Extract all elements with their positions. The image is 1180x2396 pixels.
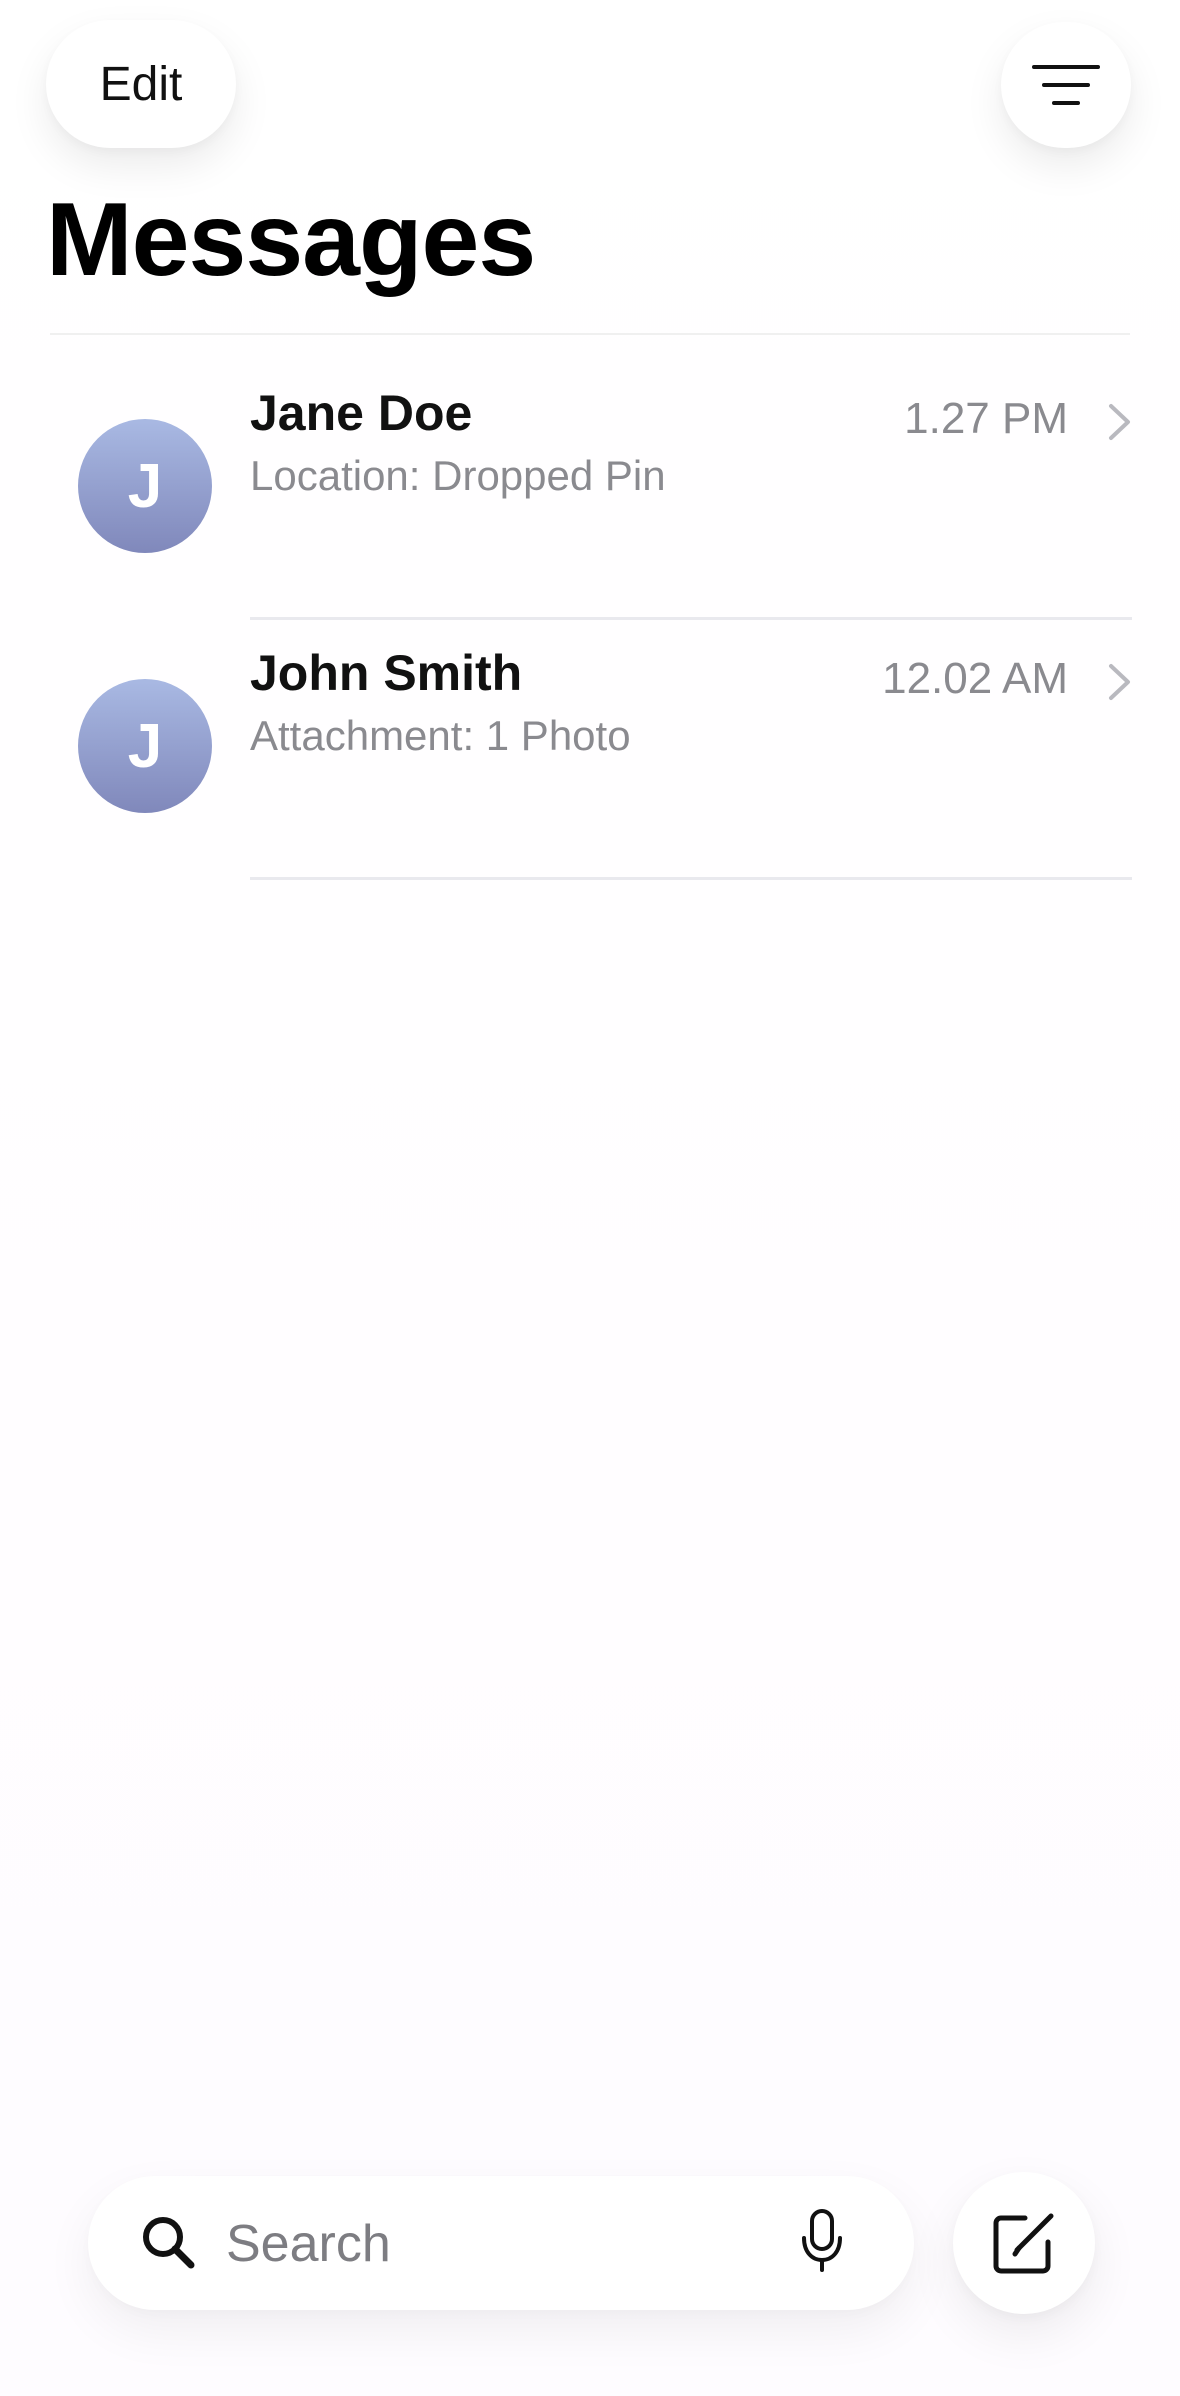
avatar-initial: J [127,711,163,781]
avatar: J [78,419,212,553]
contact-name: Jane Doe [250,385,473,441]
search-bar[interactable]: Search [88,2176,914,2310]
contact-name: John Smith [250,645,523,701]
edit-button[interactable]: Edit [46,20,236,148]
conversation-row-jane-doe[interactable]: J Jane Doe Location: Dropped Pin 1.27 PM [0,360,1180,620]
compose-icon [993,2213,1054,2274]
message-time: 12.02 AM [882,654,1068,703]
avatar: J [78,679,212,813]
page-title: Messages [46,182,536,298]
avatar-initial: J [127,451,163,521]
message-preview: Location: Dropped Pin [250,452,666,499]
header-divider [50,333,1130,335]
filter-lines-icon [1032,65,1100,105]
search-icon [143,2217,195,2269]
message-time: 1.27 PM [904,394,1068,443]
filter-button[interactable] [1001,22,1131,148]
chevron-right-icon [1109,664,1130,700]
compose-button[interactable] [953,2172,1095,2314]
row-divider [250,877,1132,880]
edit-button-label: Edit [99,57,183,111]
search-input[interactable]: Search [226,2214,391,2274]
conversation-row-john-smith[interactable]: J John Smith Attachment: 1 Photo 12.02 A… [0,620,1180,880]
chevron-right-icon [1109,404,1130,440]
messages-screen: Edit Messages J Jane Doe Location: Dropp… [0,0,1180,2396]
message-preview: Attachment: 1 Photo [250,712,631,759]
microphone-icon[interactable] [800,2208,844,2274]
